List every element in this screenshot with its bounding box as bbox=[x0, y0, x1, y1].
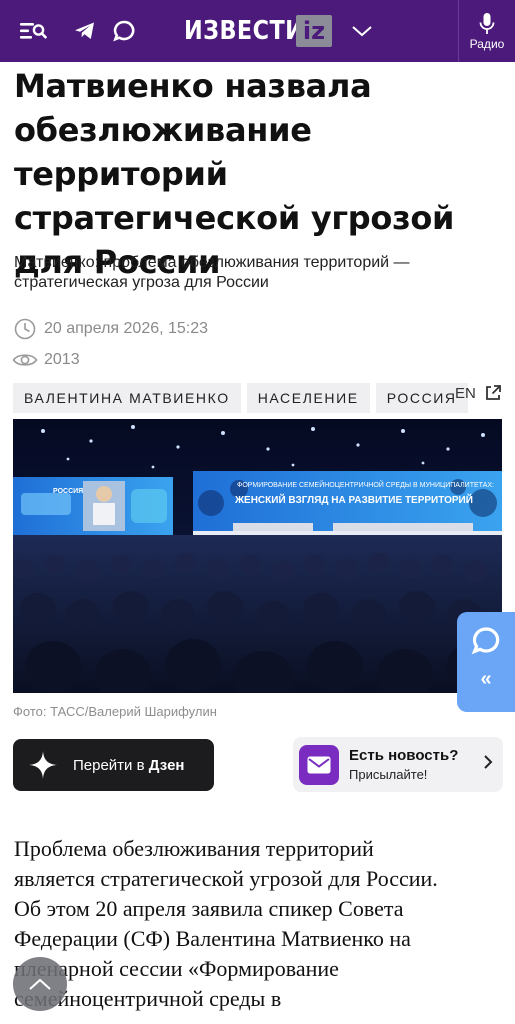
menu-search-icon[interactable] bbox=[16, 14, 50, 48]
collapse-arrow-icon[interactable]: « bbox=[480, 668, 491, 691]
go-to-dzen-button[interactable]: Перейти в Дзен bbox=[13, 739, 214, 791]
body-line: является стратегической угрозой для Росс… bbox=[14, 866, 438, 891]
chevron-down-icon[interactable] bbox=[345, 14, 379, 48]
dzen-label-bold: Дзен bbox=[148, 756, 185, 774]
screen-text-line1: ФОРМИРОВАНИЕ СЕМЕЙНОЦЕНТРИЧНОЙ СРЕДЫ В М… bbox=[237, 480, 494, 489]
photo-caption: Фото: ТАСС/Валерий Шарифулин bbox=[13, 704, 217, 719]
article-subtitle: Матвиенко: проблема обезлюживания террит… bbox=[14, 254, 410, 291]
date-text: 20 апреля 2026, 15:23 bbox=[44, 320, 209, 337]
publish-date: 20 апреля 2026, 15:23 bbox=[12, 318, 208, 340]
eye-icon bbox=[12, 349, 38, 371]
radio-label: Радио bbox=[469, 36, 505, 51]
view-count: 2013 bbox=[12, 349, 80, 371]
scroll-to-top-button[interactable] bbox=[13, 957, 67, 1011]
body-line: Федерации (СФ) Валентина Матвиенко на bbox=[14, 926, 411, 951]
dzen-label-prefix: Перейти в bbox=[73, 756, 149, 774]
article-photo: ФОРМИРОВАНИЕ СЕМЕЙНОЦЕНТРИЧНОЙ СРЕДЫ В М… bbox=[13, 419, 502, 693]
screen-text-line2: ЖЕНСКИЙ ВЗГЛЯД НА РАЗВИТИЕ ТЕРРИТОРИЙ bbox=[234, 493, 473, 506]
radio-button[interactable]: Радио bbox=[458, 0, 515, 62]
screen-left-logo: РОССИЯ bbox=[53, 488, 83, 495]
article-title: Матвиенко назвала обезлюживание территор… bbox=[14, 67, 455, 281]
mail-icon bbox=[299, 744, 339, 785]
tag-valentina-matvienko[interactable]: ВАЛЕНТИНА МАТВИЕНКО bbox=[13, 383, 241, 413]
body-line: пленарной сессии «Формирование bbox=[14, 956, 339, 981]
tag-rossiya[interactable]: РОССИЯ bbox=[375, 383, 468, 413]
body-line: семейноцентричной среды в bbox=[14, 986, 282, 1011]
clock-icon bbox=[12, 318, 38, 340]
submit-news-card[interactable]: Есть новость? Присылайте! bbox=[293, 737, 503, 792]
telegram-icon[interactable] bbox=[68, 14, 102, 48]
top-navigation-bar: ИЗВЕСТИЯ iz Радио bbox=[0, 0, 515, 62]
dzen-star-icon bbox=[13, 750, 73, 780]
dzen-label: Перейти в Дзен bbox=[73, 757, 184, 774]
chat-icon[interactable] bbox=[107, 14, 141, 48]
microphone-icon bbox=[479, 12, 495, 34]
external-link-icon bbox=[485, 385, 501, 400]
body-line: Об этом 20 апреля заявила спикер Совета bbox=[14, 896, 404, 921]
side-chat-widget[interactable]: « bbox=[457, 612, 515, 712]
chevron-right-icon bbox=[483, 754, 493, 775]
chevron-up-icon bbox=[29, 978, 51, 990]
article-body: Проблема обезлюживания территорий являет… bbox=[14, 834, 504, 1014]
news-card-subtitle: Присылайте! bbox=[349, 767, 428, 782]
views-text: 2013 bbox=[44, 351, 80, 368]
tag-naselenie[interactable]: НАСЕЛЕНИЕ bbox=[246, 383, 370, 413]
chat-bubble-icon bbox=[471, 627, 500, 655]
news-card-title: Есть новость? bbox=[349, 747, 459, 764]
en-label: EN bbox=[455, 384, 476, 402]
body-line: Проблема обезлюживания территорий bbox=[14, 836, 374, 861]
tag-list: ВАЛЕНТИНА МАТВИЕНКО НАСЕЛЕНИЕ РОССИЯ bbox=[13, 383, 468, 413]
izvestia-logo[interactable]: ИЗВЕСТИЯ iz bbox=[184, 14, 344, 48]
logo-badge: iz bbox=[296, 15, 332, 47]
english-version-link[interactable]: EN bbox=[455, 383, 502, 403]
